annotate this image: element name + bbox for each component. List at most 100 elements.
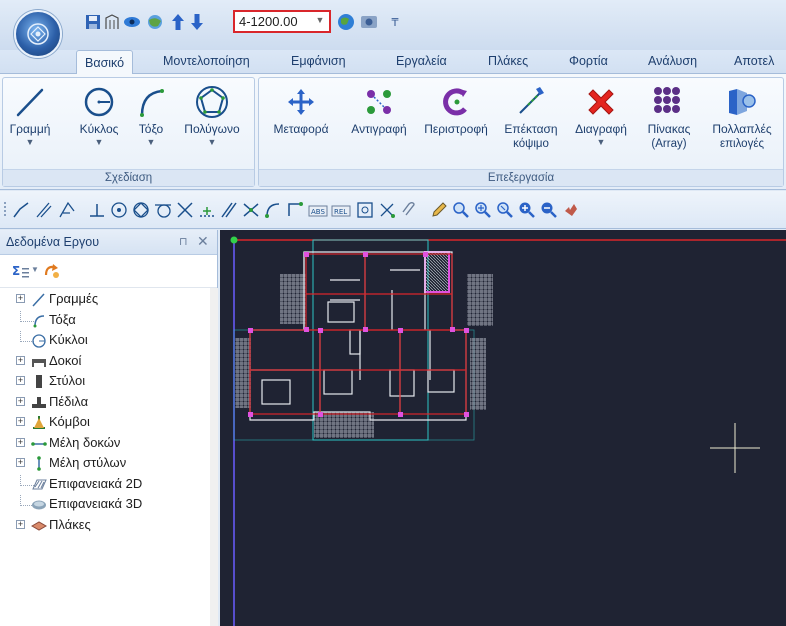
stair-core — [424, 251, 450, 293]
tree-item-label: Δοκοί — [49, 352, 82, 368]
attach-icon[interactable] — [400, 201, 418, 219]
panel-scrollbar[interactable] — [210, 288, 218, 626]
array-sublabel: (Array) — [651, 138, 687, 150]
expand-icon[interactable]: + — [16, 355, 25, 365]
expand-icon[interactable]: + — [16, 519, 25, 529]
chevron-down-icon[interactable]: ▼ — [567, 137, 635, 147]
chevron-down-icon[interactable]: ▼ — [74, 137, 124, 147]
tab-analysis[interactable]: Ανάλυση — [648, 54, 697, 68]
tree-item-beam-members[interactable]: + Μέλη δοκών — [0, 434, 210, 455]
tree-item-nodes[interactable]: + Κόμβοι — [0, 413, 210, 434]
close-icon[interactable]: ✕ — [197, 233, 209, 250]
array-button[interactable]: Πίνακας (Array) — [636, 82, 702, 151]
tree-item-surface-2d[interactable]: Επιφανειακά 2D — [0, 474, 210, 496]
arrow-up-icon[interactable] — [169, 13, 187, 31]
zoom-out-icon[interactable] — [540, 201, 558, 219]
ribbon-tabs: Βασικό Μοντελοποίηση Εμφάνιση Εργαλεία Π… — [0, 50, 786, 75]
tangent-snap-icon[interactable] — [154, 201, 172, 219]
tree-item-columns[interactable]: + Στύλοι — [0, 372, 210, 393]
sigma-filter-icon[interactable]: Σ — [12, 263, 30, 279]
extend-trim-icon — [497, 82, 565, 122]
line-button[interactable]: Γραμμή ▼ — [5, 82, 55, 147]
tree-item-circles[interactable]: Κύκλοι — [0, 331, 210, 352]
perpendicular-icon[interactable] — [88, 201, 106, 219]
arrow-down-icon[interactable] — [188, 13, 206, 31]
refresh-icon[interactable] — [43, 263, 61, 279]
expand-icon[interactable]: + — [16, 396, 25, 406]
pan-icon[interactable] — [562, 201, 580, 219]
center-snap-icon[interactable] — [110, 201, 128, 219]
multiple-selection-sublabel: επιλογές — [719, 138, 764, 150]
parallel-icon[interactable] — [220, 201, 238, 219]
zoom-in-icon[interactable] — [518, 201, 536, 219]
zoom-window-icon[interactable] — [452, 201, 470, 219]
expand-icon[interactable]: + — [16, 437, 25, 447]
expand-icon[interactable]: + — [16, 376, 25, 385]
tab-basic[interactable]: Βασικό — [76, 50, 134, 75]
save-icon[interactable] — [84, 13, 102, 31]
ortho-icon[interactable] — [378, 201, 396, 219]
globe-view-icon[interactable] — [146, 13, 164, 31]
floor-plan-drawing — [230, 236, 786, 626]
chevron-down-icon[interactable]: ▼ — [314, 15, 326, 29]
tab-slabs[interactable]: Πλάκες — [488, 54, 528, 68]
midpoint-snap-icon[interactable] — [286, 201, 304, 219]
tree-item-footings[interactable]: + Πέδιλα — [0, 393, 210, 414]
copy-label: Αντιγραφή — [351, 122, 407, 136]
nearest-snap-icon[interactable] — [198, 201, 216, 219]
move-button[interactable]: Μεταφορά — [263, 82, 339, 137]
polygon-button[interactable]: Πολύγωνο ▼ — [179, 82, 245, 147]
balcony-left — [235, 338, 251, 408]
earth-icon[interactable] — [336, 13, 356, 31]
quadrant-snap-icon[interactable] — [132, 201, 150, 219]
endpoint-snap-icon[interactable] — [264, 201, 282, 219]
expand-icon[interactable]: + — [16, 458, 25, 467]
arc-button[interactable]: Τόξο ▼ — [131, 82, 171, 147]
intersection-snap-icon[interactable] — [176, 201, 194, 219]
arc-icon — [31, 313, 47, 328]
cross-snap-icon[interactable] — [242, 201, 260, 219]
scale-combobox[interactable]: 4-1200.00 ▼ — [233, 10, 331, 33]
rotate-icon — [419, 82, 493, 122]
grid-snap-icon[interactable] — [356, 201, 374, 219]
expand-icon[interactable]: + — [16, 417, 25, 426]
tab-modeling[interactable]: Μοντελοποίηση — [163, 54, 250, 68]
pin-icon[interactable]: ⊓ — [179, 235, 188, 248]
tab-tools[interactable]: Εργαλεία — [396, 54, 447, 68]
zoom-previous-icon[interactable] — [496, 201, 514, 219]
toolbar-grip-icon[interactable] — [3, 201, 9, 219]
tab-results[interactable]: Αποτελ — [734, 54, 774, 68]
multiple-selection-button[interactable]: Πολλαπλές επιλογές — [704, 82, 780, 151]
render-icon[interactable] — [359, 13, 379, 31]
building-icon[interactable] — [103, 13, 121, 31]
zoom-realtime-icon[interactable] — [474, 201, 492, 219]
chevron-down-icon[interactable]: ▼ — [5, 137, 55, 147]
copy-button[interactable]: Αντιγραφή — [343, 82, 415, 137]
rotate-button[interactable]: Περιστροφή — [419, 82, 493, 137]
tab-loads[interactable]: Φορτία — [569, 54, 608, 68]
double-line-icon[interactable] — [35, 201, 53, 219]
drawing-canvas[interactable] — [220, 230, 786, 626]
pencil-icon[interactable] — [430, 201, 448, 219]
tree-item-slabs[interactable]: + Πλάκες — [0, 516, 210, 537]
polyline-icon[interactable] — [12, 201, 30, 219]
tree-item-arcs[interactable]: Τόξα — [0, 310, 210, 332]
extend-trim-button[interactable]: Επέκταση κόψιμο — [497, 82, 565, 151]
chevron-down-icon[interactable]: ▼ — [131, 137, 171, 147]
application-menu-button[interactable] — [14, 10, 62, 58]
circle-button[interactable]: Κύκλος ▼ — [74, 82, 124, 147]
tree-item-column-members[interactable]: + Μέλη στύλων — [0, 454, 210, 475]
tree-item-beams[interactable]: + Δοκοί — [0, 352, 210, 373]
tree-item-surface-3d[interactable]: Επιφανειακά 3D — [0, 495, 210, 516]
tab-view[interactable]: Εμφάνιση — [291, 54, 346, 68]
chevron-down-icon[interactable]: ▼ — [179, 137, 245, 147]
relative-coordinates-icon[interactable]: REL — [331, 201, 351, 219]
chevron-down-icon[interactable]: ▼ — [31, 265, 39, 274]
offset-line-icon[interactable] — [58, 201, 76, 219]
eye-icon[interactable] — [123, 13, 141, 31]
tree-item-lines[interactable]: + Γραμμές — [0, 290, 210, 311]
customize-icon[interactable]: ₸ — [386, 13, 404, 31]
absolute-coordinates-icon[interactable]: ABS — [308, 201, 328, 219]
delete-button[interactable]: Διαγραφή ▼ — [567, 82, 635, 147]
expand-icon[interactable]: + — [16, 294, 25, 303]
